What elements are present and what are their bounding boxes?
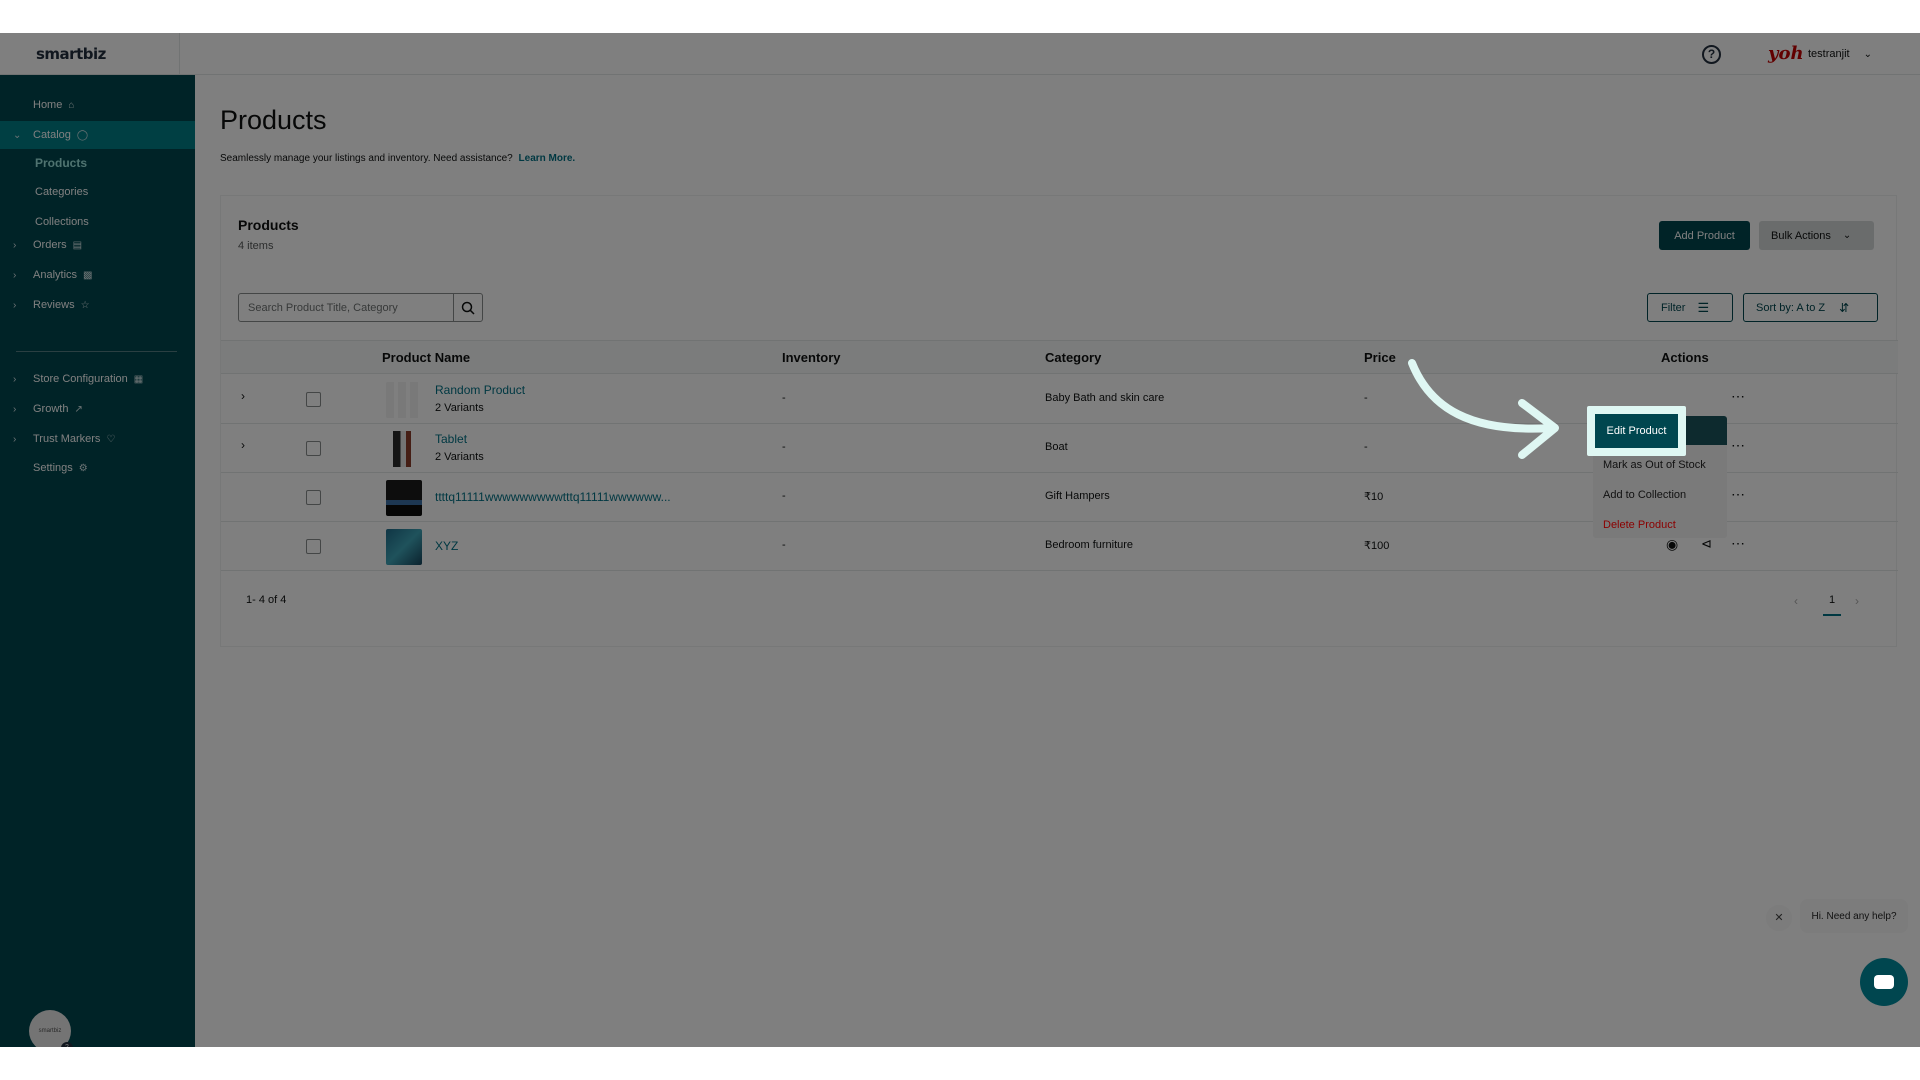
close-icon[interactable]: ✕ (1766, 905, 1792, 931)
menu-item-delete-product[interactable]: Delete Product (1603, 519, 1676, 531)
chat-icon (1874, 975, 1894, 989)
pointer-arrow-icon (1408, 359, 1559, 459)
dim-overlay (0, 33, 1920, 1047)
app-window: smartbiz ? yoh testranjit ⌄ Home ⌂ ⌄ Cat… (0, 33, 1920, 1047)
chat-bubble[interactable]: Hi. Need any help? (1800, 899, 1908, 933)
menu-item-mark-out-of-stock[interactable]: Mark as Out of Stock (1603, 459, 1706, 471)
menu-item-add-to-collection[interactable]: Add to Collection (1603, 489, 1686, 501)
edit-product-button[interactable]: Edit Product (1595, 414, 1678, 448)
chat-button[interactable] (1860, 958, 1908, 1006)
